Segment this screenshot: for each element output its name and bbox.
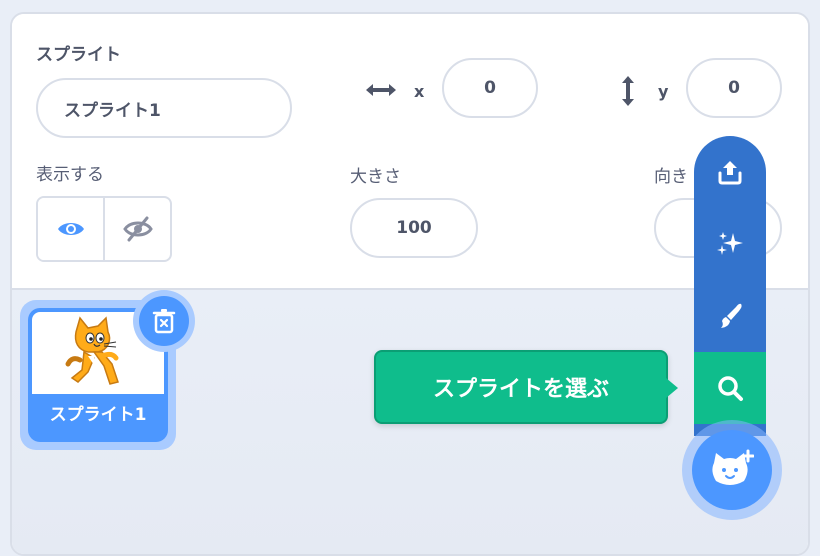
paint-icon	[721, 303, 742, 328]
surprise-icon	[717, 232, 743, 255]
sprite-info-panel: スプライト スプライト1 x 0 y 0 表示する 大きさ 100 向き	[12, 14, 808, 290]
choose-sprite-tooltip: スプライトを選ぶ	[374, 350, 668, 424]
sprite-label: スプライト	[36, 45, 121, 65]
cat-plus-icon	[712, 449, 754, 485]
upload-sprite-button[interactable]	[694, 136, 766, 208]
direction-label: 向き	[654, 167, 688, 187]
upload-icon	[718, 161, 742, 185]
search-icon	[718, 376, 743, 401]
trash-icon	[152, 309, 176, 334]
sprite-tile[interactable]: スプライト1	[20, 290, 195, 450]
add-sprite-button-inner	[692, 430, 772, 510]
add-sprite-menu	[694, 136, 766, 436]
delete-sprite-inner	[139, 296, 189, 346]
y-input[interactable]: 0	[686, 58, 782, 118]
y-label: y	[658, 82, 669, 101]
size-label: 大きさ	[350, 167, 401, 187]
show-hidden-button[interactable]	[105, 198, 170, 260]
surprise-sprite-button[interactable]	[694, 208, 766, 280]
x-input[interactable]: 0	[442, 58, 538, 118]
delete-sprite-button[interactable]	[133, 290, 195, 352]
y-arrows-icon	[618, 74, 638, 108]
tooltip-arrow	[666, 378, 678, 398]
eye-icon	[57, 223, 84, 235]
x-arrows-icon	[364, 80, 398, 100]
sprite-name-input[interactable]: スプライト1	[36, 78, 292, 138]
paint-sprite-button[interactable]	[694, 280, 766, 352]
show-toggle	[36, 196, 172, 262]
show-label: 表示する	[36, 165, 104, 185]
show-visible-button[interactable]	[38, 198, 105, 260]
sprite-tile-name: スプライト1	[49, 405, 147, 425]
size-input[interactable]: 100	[350, 198, 478, 258]
eye-slash-icon	[122, 216, 153, 242]
add-sprite-button[interactable]	[682, 420, 782, 520]
x-label: x	[414, 82, 425, 101]
choose-sprite-search-button[interactable]	[694, 352, 766, 424]
